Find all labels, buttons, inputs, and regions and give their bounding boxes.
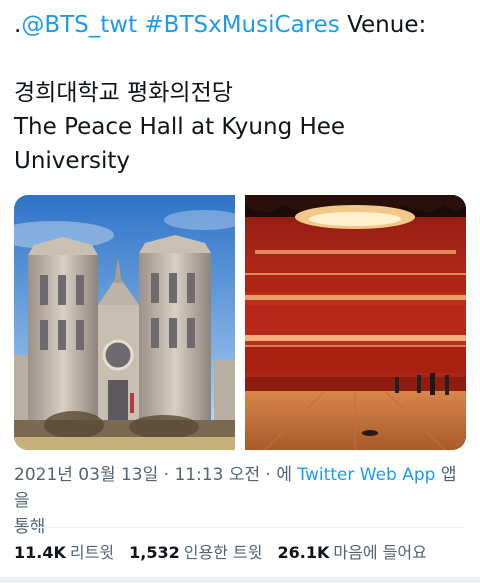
via-prefix: 에 bbox=[276, 465, 298, 485]
line-break bbox=[14, 42, 466, 76]
retweets-label: 리트윗 bbox=[69, 543, 115, 562]
quotes-label: 인용한 트윗 bbox=[183, 543, 263, 562]
venue-korean: 경희대학교 평화의전당 bbox=[14, 80, 233, 106]
building-photo-image bbox=[14, 195, 235, 450]
venue-english-line2: University bbox=[14, 148, 131, 174]
tweet-first-line: .@BTS_twt #BTSxMusiCares Venue: bbox=[14, 8, 466, 42]
auditorium-photo-image bbox=[245, 195, 466, 450]
mention-link[interactable]: @BTS_twt bbox=[21, 12, 137, 38]
likes-label: 마음에 들어요 bbox=[333, 543, 427, 562]
tweet-text: .@BTS_twt #BTSxMusiCares Venue: 경희대학교 평화… bbox=[14, 8, 466, 178]
hashtag-link[interactable]: #BTSxMusiCares bbox=[144, 12, 339, 38]
retweets-count: 11.4K bbox=[14, 543, 66, 562]
quotes-count: 1,532 bbox=[129, 543, 180, 562]
photo-building-exterior[interactable] bbox=[14, 195, 235, 450]
likes-stat[interactable]: 26.1K 마음에 들어요 bbox=[278, 543, 427, 562]
venue-english-line1: The Peace Hall at Kyung Hee bbox=[14, 114, 346, 140]
bottom-edge bbox=[0, 577, 480, 583]
quotes-stat[interactable]: 1,532 인용한 트윗 bbox=[129, 543, 262, 562]
timestamp[interactable]: 2021년 03월 13일 · 11:13 오전 · bbox=[14, 465, 276, 485]
tweet-stats: 11.4K 리트윗 1,532 인용한 트윗 26.1K 마음에 들어요 bbox=[14, 541, 474, 565]
retweets-stat[interactable]: 11.4K 리트윗 bbox=[14, 543, 114, 562]
media-grid bbox=[14, 195, 466, 450]
divider bbox=[14, 527, 466, 528]
likes-count: 26.1K bbox=[277, 543, 330, 562]
tweet-meta: 2021년 03월 13일 · 11:13 오전 · 에 Twitter Web… bbox=[14, 462, 466, 540]
source-app-link[interactable]: Twitter Web App bbox=[297, 465, 435, 485]
venue-label: Venue: bbox=[347, 12, 427, 38]
photo-auditorium-interior[interactable] bbox=[245, 195, 466, 450]
